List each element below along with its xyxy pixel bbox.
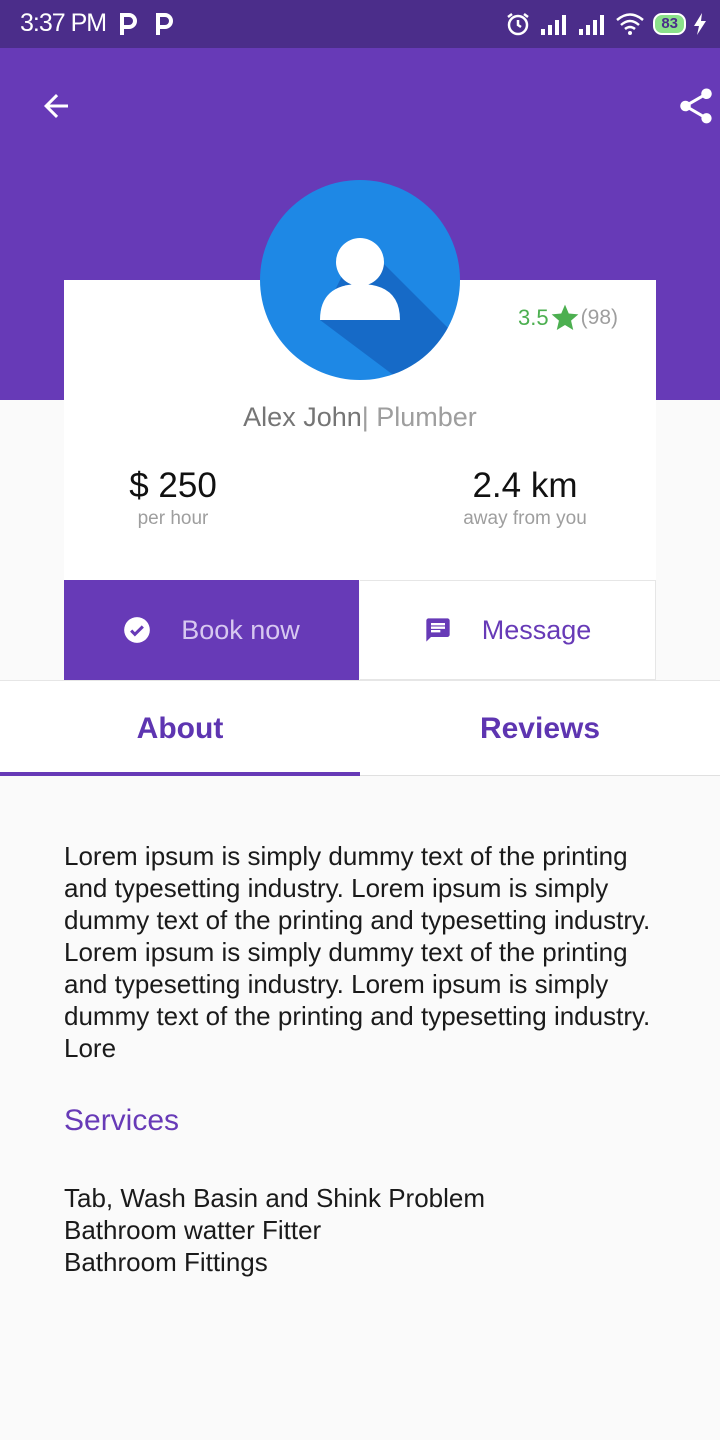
book-now-button[interactable]: Book now [64,580,359,680]
back-button[interactable] [28,78,84,134]
provider-name: Alex John [243,402,362,432]
check-circle-icon [124,617,151,643]
parking-icon [156,13,173,35]
service-item: Tab, Wash Basin and Shink Problem [64,1183,486,1213]
status-time: 3:37 PM [20,9,107,37]
tab-about-label: About [136,712,224,745]
distance-label: away from you [463,508,587,529]
service-item: Bathroom Fittings [64,1247,268,1277]
share-button[interactable] [668,78,720,134]
charging-icon [694,13,706,35]
price-value: $ 250 [129,466,217,505]
price-unit: per hour [137,508,209,529]
tab-reviews[interactable]: Reviews [360,681,720,777]
tab-bar: About Reviews [0,680,720,776]
tab-reviews-label: Reviews [479,712,601,745]
signal-icon [541,15,567,35]
services-list: Tab, Wash Basin and Shink Problem Bathro… [64,1182,485,1278]
services-title: Services [64,1104,180,1137]
name-line: Alex John| Plumber [64,402,656,433]
rating: 3.5 (98) [518,302,618,334]
person-icon [320,238,460,380]
distance-stat: 2.4 km away from you [420,466,630,530]
arrow-back-icon [44,94,68,118]
tab-indicator [0,772,360,776]
distance-value: 2.4 km [472,466,578,505]
price-stat: $ 250 per hour [84,466,262,530]
star-icon [551,304,578,330]
book-now-label: Book now [181,614,300,645]
provider-role: | Plumber [361,402,477,432]
message-icon [426,618,450,642]
about-text: Lorem ipsum is simply dummy text of the … [64,841,651,1063]
tab-about[interactable]: About [0,681,360,777]
message-label: Message [481,614,592,645]
rating-value: 3.5 [518,305,549,330]
service-item: Bathroom watter Fitter [64,1215,322,1245]
battery-icon: 83 [653,13,686,35]
message-button[interactable]: Message [360,580,656,680]
wifi-icon [616,13,645,35]
signal-icon [579,15,605,35]
parking-icon [120,13,137,35]
avatar [260,180,460,380]
rating-count: (98) [580,306,618,329]
share-icon [680,88,712,124]
status-bar: 3:37 PM 83 [0,0,720,48]
alarm-icon [507,13,530,36]
